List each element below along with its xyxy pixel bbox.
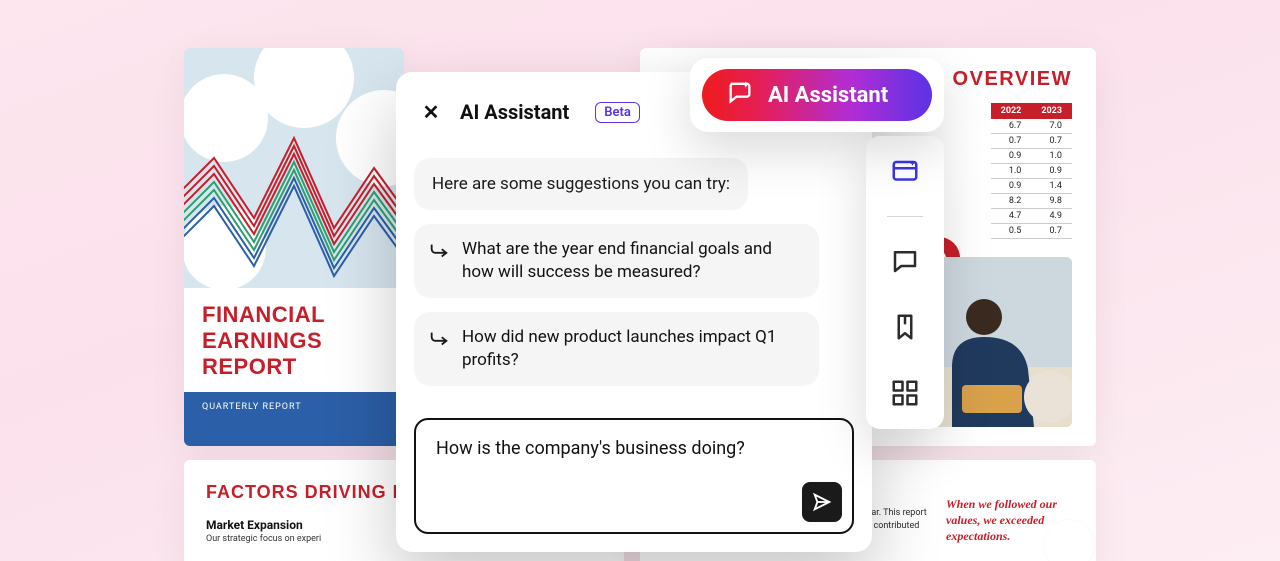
report-subtitle: QUARTERLY REPORT [202,402,302,412]
ai-sparkle-icon [890,157,920,187]
chat-input-value: How is the company's business doing? [436,438,832,459]
table-cell: 7.0 [1031,119,1072,134]
table-row: 4.74.9 [991,209,1072,224]
table-cell: 4.7 [991,209,1032,224]
table-row: 0.91.4 [991,179,1072,194]
table-cell: 0.9 [991,179,1032,194]
report-chart-area [184,48,404,288]
grid-icon [890,378,920,408]
suggestion-1-text: What are the year end financial goals an… [462,238,803,284]
growth-image-placeholder [922,257,1072,427]
table-cell: 1.0 [1031,149,1072,164]
table-row: 8.29.8 [991,194,1072,209]
rail-divider [887,216,923,217]
table-cell: 0.5 [991,224,1032,239]
ai-assistant-panel: ✕ AI Assistant Beta Here are some sugges… [396,72,872,552]
suggestion-2-text: How did new product launches impact Q1 p… [462,326,803,372]
sparkle-chat-icon [726,78,754,112]
growth-th-0: 2022 [991,103,1032,119]
tools-rail [866,136,944,429]
table-row: 0.50.7 [991,224,1072,239]
chat-input[interactable]: How is the company's business doing? [414,418,854,534]
table-cell: 0.7 [1031,224,1072,239]
send-icon [811,491,833,513]
beta-badge: Beta [595,102,640,123]
table-cell: 1.4 [1031,179,1072,194]
table-cell: 4.9 [1031,209,1072,224]
redo-arrow-icon [428,240,450,262]
table-cell: 9.8 [1031,194,1072,209]
table-cell: 6.7 [991,119,1032,134]
rail-ai-sparkle-button[interactable] [889,156,921,188]
table-cell: 0.7 [1031,134,1072,149]
table-row: 0.70.7 [991,134,1072,149]
table-cell: 0.9 [1031,164,1072,179]
suggestion-2[interactable]: How did new product launches impact Q1 p… [414,312,819,386]
quote-text: When we followed our values, we exceeded… [946,496,1076,545]
growth-th-1: 2023 [1031,103,1072,119]
table-cell: 8.2 [991,194,1032,209]
panel-title: AI Assistant [460,100,569,124]
send-button[interactable] [802,482,842,522]
growth-table: 2022 2023 6.77.00.70.70.91.01.00.90.91.4… [991,103,1072,239]
redo-arrow-icon [428,328,450,350]
chat-icon [890,246,920,276]
suggestion-1[interactable]: What are the year end financial goals an… [414,224,819,298]
table-row: 6.77.0 [991,119,1072,134]
table-cell: 1.0 [991,164,1032,179]
table-cell: 0.7 [991,134,1032,149]
bookmark-icon [890,312,920,342]
table-row: 1.00.9 [991,164,1072,179]
assistant-intro-bubble: Here are some suggestions you can try: [414,158,748,210]
report-subtitle-bar: QUARTERLY REPORT [184,392,404,446]
ai-assistant-pill-button[interactable]: AI Assistant [702,69,932,121]
doc-card-financial-report: FINANCIAL EARNINGS REPORT QUARTERLY REPO… [184,48,404,446]
rail-grid-button[interactable] [889,377,921,409]
table-row: 0.91.0 [991,149,1072,164]
close-icon: ✕ [423,100,440,124]
rail-bookmark-button[interactable] [889,311,921,343]
ai-pill-container: AI Assistant [690,58,944,132]
report-title: FINANCIAL EARNINGS REPORT [184,288,404,388]
ai-pill-label: AI Assistant [768,83,888,108]
close-button[interactable]: ✕ [420,101,442,123]
rail-chat-button[interactable] [889,245,921,277]
table-cell: 0.9 [991,149,1032,164]
quote-circle-decoration [1044,520,1094,561]
